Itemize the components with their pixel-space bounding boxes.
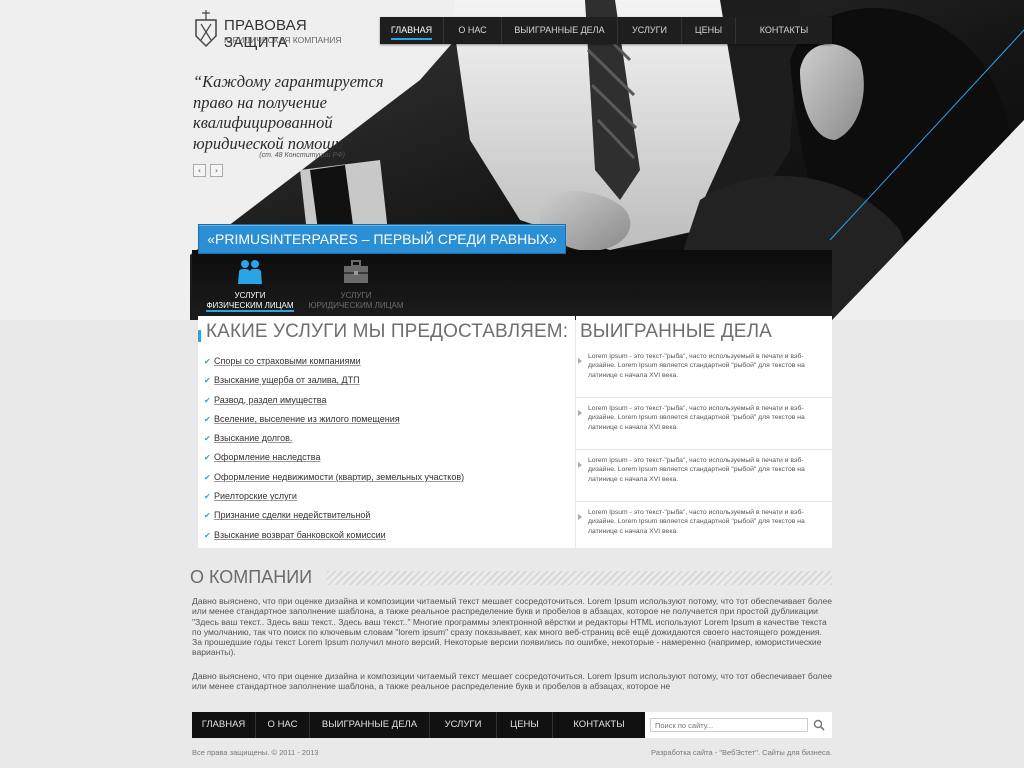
brand-subtitle: ЮРИДИЧЕСКАЯ КОМПАНИЯ (224, 35, 342, 45)
title-stripes-decoration (327, 571, 832, 585)
tab-individuals-line2: ФИЗИЧЕСКИМ ЛИЦАМ (206, 300, 294, 312)
motto-banner: «PRIMUSINTERPARES – ПЕРВЫЙ СРЕДИ РАВНЫХ» (198, 224, 566, 254)
footer-nav-contacts[interactable]: КОНТАКТЫ (553, 712, 645, 738)
case-item[interactable]: Lorem Ipsum - это текст-"рыба", часто ис… (576, 502, 832, 554)
list-item: ✔ Оформление недвижимости (квартир, земел… (204, 468, 464, 487)
footer-nav: ГЛАВНАЯ О НАС ВЫИГРАННЫЕ ДЕЛА УСЛУГИ ЦЕН… (192, 712, 645, 738)
list-item: ✔ Признание сделки недействительной (204, 506, 464, 525)
check-icon: ✔ (204, 376, 211, 386)
briefcase-icon (344, 260, 368, 283)
service-link[interactable]: Риелторские услуги (214, 491, 297, 501)
check-icon: ✔ (204, 492, 211, 502)
list-item: ✔ Оформление наследства (204, 448, 464, 467)
nav-home[interactable]: ГЛАВНАЯ (380, 17, 444, 44)
tab-individuals[interactable]: УСЛУГИ ФИЗИЧЕСКИМ ЛИЦАМ (198, 258, 302, 316)
check-icon: ✔ (204, 414, 211, 424)
footer-search (645, 712, 832, 738)
triangle-bullet-icon (578, 514, 582, 520)
service-link[interactable]: Взыскание долгов. (214, 433, 292, 443)
list-item: ✔ Взыскание возврат банковской комиссии (204, 526, 464, 545)
check-icon: ✔ (204, 453, 211, 463)
tab-legal-line2: ЮРИДИЧЕСКИМ ЛИЦАМ (308, 300, 404, 310)
footer-nav-about[interactable]: О НАС (256, 712, 310, 738)
case-item[interactable]: Lorem Ipsum - это текст-"рыба", часто ис… (576, 346, 832, 398)
services-title: КАКИЕ УСЛУГИ МЫ ПРЕДОСТАВЛЯЕМ: (197, 321, 569, 342)
check-icon: ✔ (204, 472, 211, 482)
list-item: ✔ Взыскание ущерба от залива, ДТП (204, 371, 464, 390)
brand-title: ПРАВОВАЯ ЗАЩИТА (224, 17, 307, 51)
footer-nav-home[interactable]: ГЛАВНАЯ (192, 712, 256, 738)
list-item: ✔ Вселение, выселение из жилого помещения (204, 410, 464, 429)
case-text: Lorem Ipsum - это текст-"рыба", часто ис… (588, 405, 805, 431)
service-link[interactable]: Оформление наследства (214, 452, 320, 462)
service-link[interactable]: Споры со страховыми компаниями (214, 356, 361, 366)
check-icon: ✔ (204, 434, 211, 444)
footer-nav-prices[interactable]: ЦЕНЫ (497, 712, 553, 738)
check-icon: ✔ (204, 357, 211, 366)
service-link[interactable]: Взыскание ущерба от залива, ДТП (214, 375, 360, 385)
main-nav: ГЛАВНАЯ О НАС ВЫИГРАННЫЕ ДЕЛА УСЛУГИ ЦЕН… (380, 17, 832, 44)
people-icon (238, 260, 262, 284)
services-panel: КАКИЕ УСЛУГИ МЫ ПРЕДОСТАВЛЯЕМ: ✔ Споры со… (197, 316, 575, 548)
about-paragraph-1: Давно выяснено, что при оценке дизайна и… (192, 596, 833, 658)
case-item[interactable]: Lorem Ipsum - это текст-"рыба", часто ис… (576, 450, 832, 502)
won-cases-panel: ВЫИГРАННЫЕ ДЕЛА Lorem Ipsum - это текст-… (576, 316, 832, 548)
triangle-bullet-icon (578, 410, 582, 416)
nav-won-cases[interactable]: ВЫИГРАННЫЕ ДЕЛА (502, 17, 618, 44)
check-icon: ✔ (204, 530, 211, 540)
slider-next-button[interactable]: › (210, 164, 223, 177)
case-text: Lorem Ipsum - это текст-"рыба", часто ис… (588, 457, 805, 483)
footer-nav-services[interactable]: УСЛУГИ (430, 712, 497, 738)
check-icon: ✔ (204, 395, 211, 405)
case-text: Lorem Ipsum - это текст-"рыба", часто ис… (588, 353, 805, 379)
search-input[interactable] (650, 718, 808, 732)
nav-contacts[interactable]: КОНТАКТЫ (736, 17, 832, 44)
triangle-bullet-icon (578, 358, 582, 364)
service-link[interactable]: Развод, раздел имущества (214, 395, 326, 405)
search-icon[interactable] (812, 718, 826, 732)
tab-individuals-line1: УСЛУГИ (234, 291, 266, 300)
copyright-text: Все права защищены. © 2011 - 2013 (192, 748, 319, 757)
hero-banner: ПРАВОВАЯ ЗАЩИТА ЮРИДИЧЕСКАЯ КОМПАНИЯ ГЛА… (0, 0, 1024, 320)
service-link[interactable]: Вселение, выселение из жилого помещения (214, 414, 400, 424)
shield-logo-icon (195, 10, 217, 48)
hero-quote: “Каждому гарантируется право на получени… (193, 72, 384, 153)
nav-services[interactable]: УСЛУГИ (618, 17, 682, 44)
list-item: ✔ Взыскание долгов. (204, 429, 464, 448)
tab-legal-entities[interactable]: УСЛУГИ ЮРИДИЧЕСКИМ ЛИЦАМ (304, 258, 408, 316)
developer-credit[interactable]: Разработка сайта - "ВебЭстет". Сайты для… (632, 748, 832, 757)
service-link[interactable]: Взыскание возврат банковской комиссии (214, 530, 386, 540)
nav-prices[interactable]: ЦЕНЫ (682, 17, 736, 44)
won-cases-title: ВЫИГРАННЫЕ ДЕЛА (580, 321, 772, 342)
service-link[interactable]: Оформление недвижимости (квартир, земель… (214, 472, 464, 482)
case-text: Lorem Ipsum - это текст-"рыба", часто ис… (588, 509, 805, 535)
check-icon: ✔ (204, 511, 211, 521)
slider-prev-button[interactable]: ‹ (193, 164, 206, 177)
about-title: О КОМПАНИИ (190, 567, 313, 587)
logo[interactable]: ПРАВОВАЯ ЗАЩИТА ЮРИДИЧЕСКАЯ КОМПАНИЯ (192, 8, 362, 51)
service-link[interactable]: Признание сделки недействительной (214, 510, 370, 520)
services-list: ✔ Споры со страховыми компаниями ✔ Взыскан… (204, 352, 464, 545)
case-item[interactable]: Lorem Ipsum - это текст-"рыба", часто ис… (576, 398, 832, 450)
tab-legal-line1: УСЛУГИ (340, 291, 372, 300)
list-item: ✔ Развод, раздел имущества (204, 391, 464, 410)
footer-nav-won-cases[interactable]: ВЫИГРАННЫЕ ДЕЛА (310, 712, 430, 738)
about-paragraph-2: Давно выяснено, что при оценке дизайна и… (192, 671, 833, 692)
triangle-bullet-icon (578, 462, 582, 468)
list-item: ✔ Споры со страховыми компаниями (204, 352, 464, 371)
nav-about[interactable]: О НАС (444, 17, 502, 44)
list-item: ✔ Риелторские услуги (204, 487, 464, 506)
hero-quote-source: (ст. 48 Конституции РФ) (259, 152, 345, 159)
